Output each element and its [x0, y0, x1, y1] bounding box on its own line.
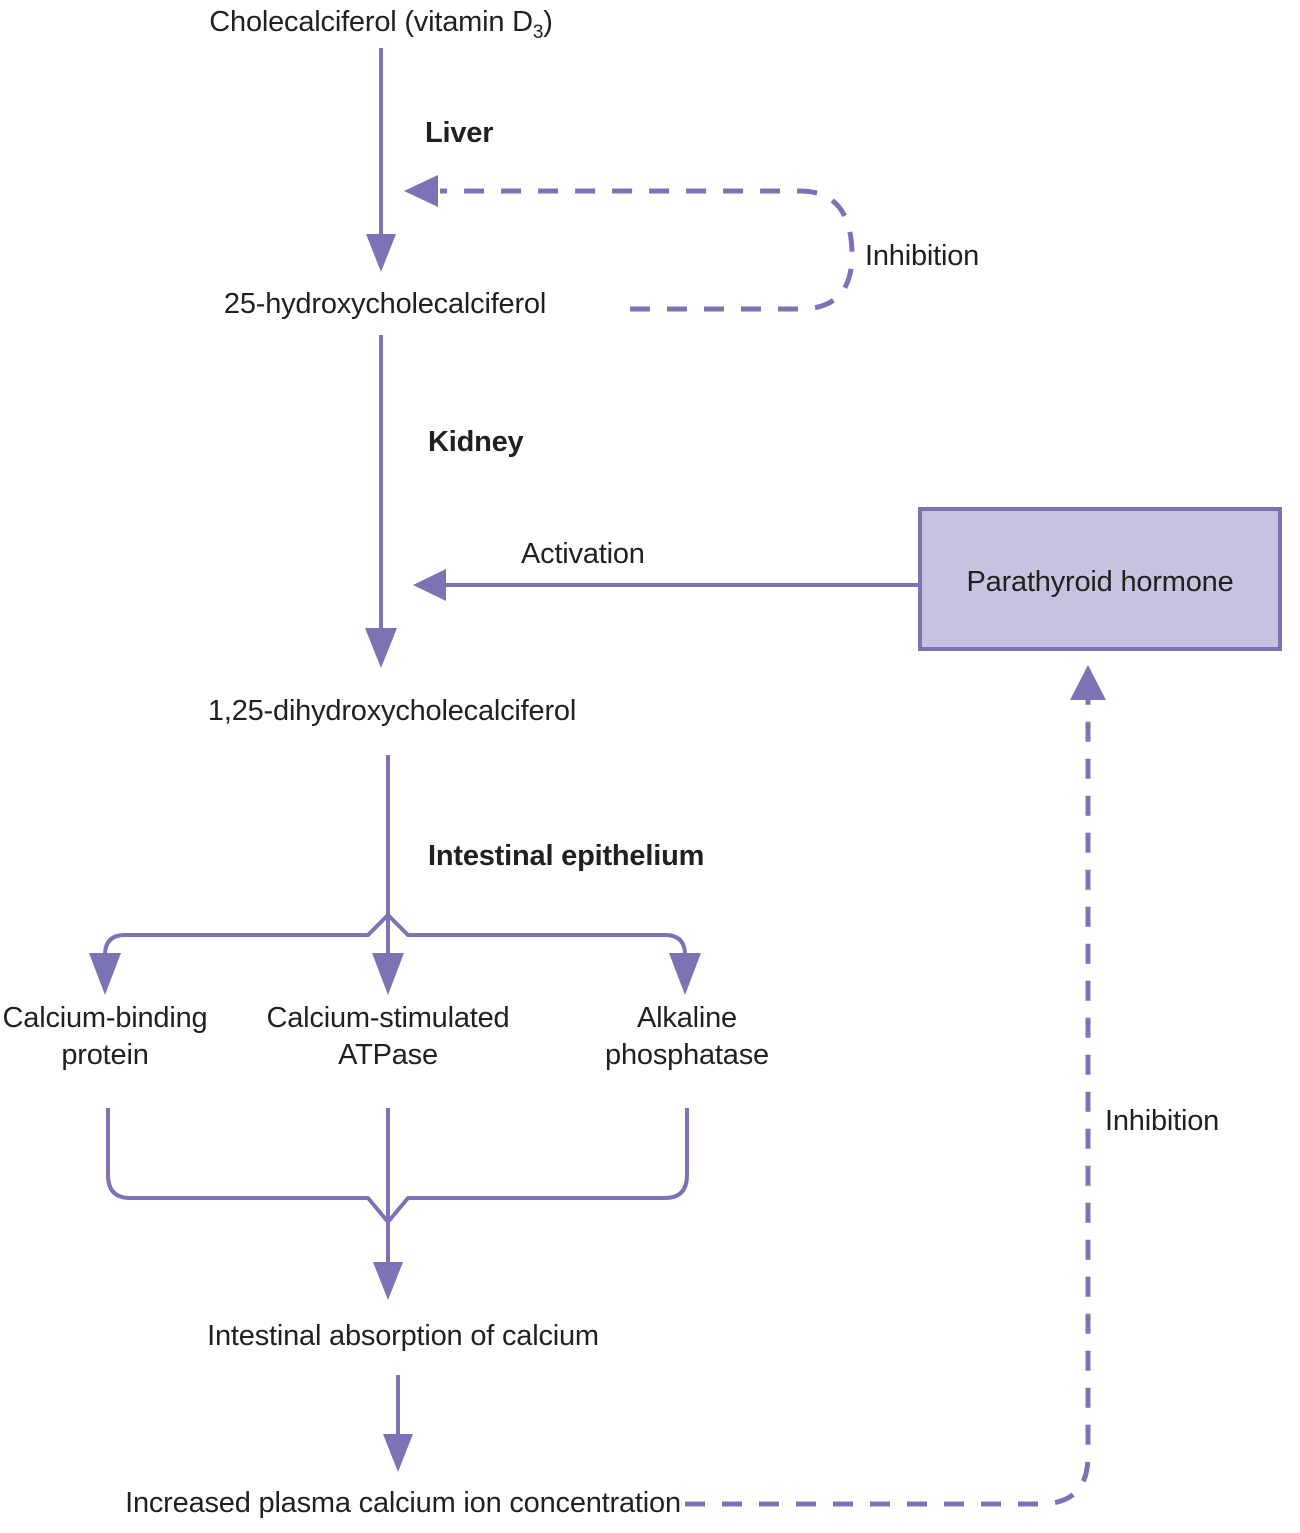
arrowhead-left-activation-icon	[413, 569, 446, 601]
arrowhead-down-icon	[366, 234, 396, 272]
subscript-3: 3	[532, 21, 544, 43]
node-alkaline-phosphatase: Alkaline phosphatase	[605, 1000, 769, 1074]
branch-merge-three-way	[106, 1108, 689, 1224]
calcium-binding-protein-line2: protein	[61, 1039, 149, 1072]
organ-label-liver: Liver	[425, 117, 494, 149]
node-calcium-stimulated-atpase: Calcium-stimulated ATPase	[267, 1000, 510, 1074]
edge-label-inhibition-liver: Inhibition	[865, 240, 980, 272]
node-hydroxycholecalciferol: 25-hydroxycholecalciferol	[223, 288, 547, 320]
node-calcium-binding-protein: Calcium-binding protein	[3, 1000, 208, 1074]
arrowhead-up-inhibition-icon	[1070, 665, 1106, 700]
calcium-stimulated-atpase-line2: ATPase	[338, 1039, 438, 1072]
edge-inhibition-pth	[685, 700, 1091, 1507]
node-intestinal-absorption: Intestinal absorption of calcium	[207, 1320, 599, 1352]
calcium-binding-protein-line1: Calcium-binding	[2, 1002, 208, 1034]
arrowhead-left-inhibition-icon	[404, 175, 438, 207]
pathway-diagram: Cholecalciferol (vitamin D3) Liver 25-hy…	[0, 0, 1300, 1533]
organ-label-intestinal-epithelium: Intestinal epithelium	[428, 840, 705, 872]
alkaline-phosphatase-line1: Alkaline	[637, 1002, 737, 1034]
branch-split-three-way	[103, 913, 687, 956]
edge-merge-to-absorption	[373, 1222, 403, 1300]
arrowhead-down-branch-center-icon	[372, 953, 404, 995]
arrowhead-down-icon	[373, 1262, 403, 1300]
diagram-svg	[89, 48, 1282, 1507]
organ-label-kidney: Kidney	[428, 426, 524, 458]
edge-hydroxy-to-dihydroxy	[365, 335, 397, 668]
node-parathyroid-hormone: Parathyroid hormone	[966, 566, 1234, 598]
edge-activation-pth	[413, 569, 920, 601]
arrowhead-down-branch-right-icon	[669, 953, 701, 995]
calcium-stimulated-atpase-line1: Calcium-stimulated	[266, 1002, 510, 1034]
arrowhead-down-icon	[365, 628, 397, 668]
arrowhead-down-branch-left-icon	[89, 953, 121, 995]
edge-label-activation-pth: Activation	[521, 538, 645, 570]
edge-label-inhibition-pth: Inhibition	[1105, 1105, 1220, 1137]
edge-absorption-to-plasma-calcium	[383, 1375, 413, 1472]
arrowhead-down-icon	[383, 1434, 413, 1472]
node-cholecalciferol: Cholecalciferol (vitamin D3)	[209, 6, 553, 43]
node-dihydroxycholecalciferol: 1,25-dihydroxycholecalciferol	[207, 695, 577, 727]
edge-cholecalciferol-to-hydroxy	[366, 48, 396, 272]
alkaline-phosphatase-line2: phosphatase	[605, 1039, 769, 1072]
node-increased-plasma-calcium: Increased plasma calcium ion concentrati…	[125, 1487, 681, 1519]
